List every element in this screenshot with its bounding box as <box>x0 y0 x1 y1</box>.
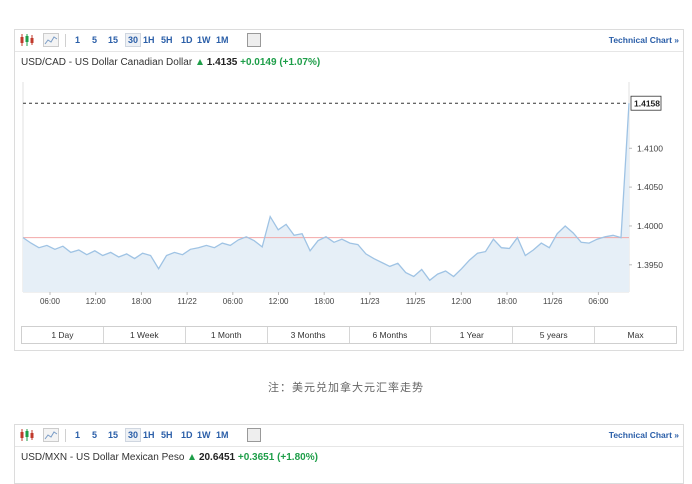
range-button-1-day[interactable]: 1 Day <box>22 327 104 343</box>
toolbar-divider <box>65 429 66 442</box>
usdcad-chart-widget: 1 5 15 30 1H 5H 1D 1W 1M Technical Chart » USD/C… <box>14 29 684 351</box>
timeframe-button-5[interactable]: 5 <box>92 430 97 440</box>
x-tick-label: 11/22 <box>177 297 197 306</box>
x-tick-label: 06:00 <box>223 297 244 306</box>
timeframe-button-15[interactable]: 15 <box>108 430 118 440</box>
instrument-title-bar: USD/MXN - US Dollar Mexican Peso 20.6451… <box>21 452 318 463</box>
area-chart-icon[interactable] <box>43 428 59 442</box>
x-tick-label: 12:00 <box>451 297 472 306</box>
figure-caption: 注：美元兑加拿大元汇率走势 <box>268 382 424 394</box>
candlestick-icon[interactable] <box>19 428 35 442</box>
price-chart[interactable]: Investing.com1.41581.39501.40001.40501.4… <box>15 30 683 330</box>
price-area-fill <box>23 103 629 292</box>
x-tick-label: 11/25 <box>406 297 426 306</box>
timeframe-button-1[interactable]: 1 <box>75 430 80 440</box>
timeframe-button-1w[interactable]: 1W <box>197 430 211 440</box>
range-button-3-months[interactable]: 3 Months <box>268 327 350 343</box>
timeframe-button-30[interactable]: 30 <box>125 428 142 442</box>
range-button-6-months[interactable]: 6 Months <box>350 327 432 343</box>
timeframe-button-1m[interactable]: 1M <box>216 430 229 440</box>
x-tick-label: 18:00 <box>314 297 335 306</box>
range-button-1-year[interactable]: 1 Year <box>431 327 514 343</box>
range-button-5-years[interactable]: 5 years <box>513 327 596 343</box>
x-tick-label: 18:00 <box>497 297 518 306</box>
timeframe-button-1d[interactable]: 1D <box>181 430 193 440</box>
last-price: 20.6451 <box>198 452 236 463</box>
x-tick-label: 12:00 <box>268 297 289 306</box>
instrument-name: USD/MXN - US Dollar Mexican Peso <box>21 452 185 463</box>
y-tick-label: 1.4050 <box>637 182 663 192</box>
y-tick-label: 1.3950 <box>637 260 663 270</box>
time-range-selector: 1 Day 1 Week 1 Month 3 Months 6 Months 1 Year… <box>21 326 677 344</box>
range-button-1-month[interactable]: 1 Month <box>186 327 268 343</box>
timeframe-button-1h[interactable]: 1H <box>143 430 155 440</box>
y-tick-label: 1.4100 <box>637 143 663 153</box>
x-tick-label: 12:00 <box>86 297 107 306</box>
range-button-1-week[interactable]: 1 Week <box>104 327 186 343</box>
x-tick-label: 18:00 <box>131 297 152 306</box>
x-tick-label: 11/23 <box>360 297 380 306</box>
current-price-label: 1.4158 <box>634 99 660 109</box>
calendar-icon[interactable] <box>247 428 261 442</box>
x-tick-label: 06:00 <box>40 297 61 306</box>
x-tick-label: 11/26 <box>543 297 563 306</box>
technical-chart-link[interactable]: Technical Chart » <box>609 430 679 440</box>
range-button-max[interactable]: Max <box>595 327 676 343</box>
chart-toolbar: 1 5 15 30 1H 5H 1D 1W 1M Technical Chart » <box>15 425 683 447</box>
x-tick-label: 06:00 <box>588 297 609 306</box>
timeframe-button-5h[interactable]: 5H <box>161 430 173 440</box>
y-tick-label: 1.4000 <box>637 221 663 231</box>
up-arrow-icon <box>189 453 196 460</box>
price-change: +0.3651 (+1.80%) <box>237 452 318 463</box>
usdmxn-chart-widget: 1 5 15 30 1H 5H 1D 1W 1M Technical Chart » USD/M… <box>14 424 684 484</box>
